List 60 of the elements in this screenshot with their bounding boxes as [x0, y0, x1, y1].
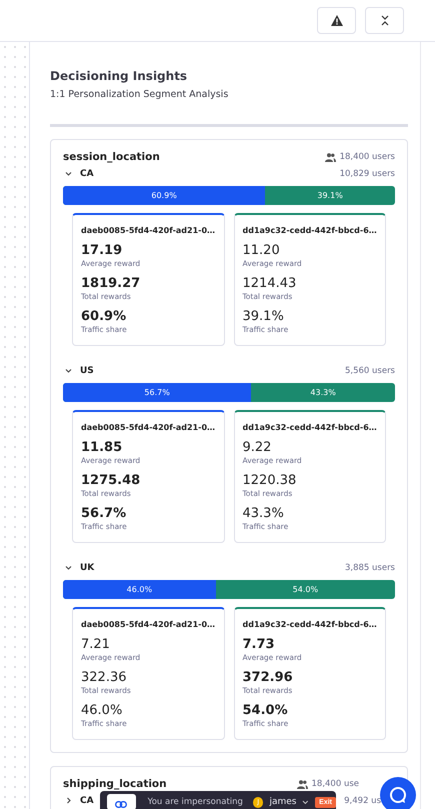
- user-count: 10,829 users: [340, 168, 395, 178]
- user-count: 18,400 users: [340, 152, 395, 162]
- panel-subtitle: 1:1 Personalization Segment Analysis: [50, 89, 230, 100]
- collapse-icon: [380, 15, 388, 26]
- metric-value: 11.85: [81, 440, 124, 455]
- chevron-down-icon[interactable]: [65, 564, 72, 571]
- segment-name: UK: [80, 562, 94, 572]
- caret-icon[interactable]: [302, 800, 310, 804]
- metric-value: 1220.38: [242, 473, 298, 488]
- share-label: 46.0%: [126, 585, 152, 594]
- metric-value: 322.36: [81, 670, 128, 685]
- chat-button[interactable]: [380, 777, 416, 809]
- link-icon: [115, 800, 128, 808]
- variant-id: daeb0085-5fd4-420f-ad21-0…: [81, 620, 216, 629]
- metric-value: 1214.43: [242, 276, 298, 291]
- metric-value: 46.0%: [81, 703, 124, 718]
- segment-name: CA: [80, 796, 94, 806]
- metric-value: 9.22: [242, 440, 272, 455]
- segment-name: US: [80, 366, 94, 376]
- user-count: 3,885 users: [344, 562, 395, 572]
- share-label: 60.9%: [151, 191, 177, 200]
- impersonation-text: You are impersonating: [148, 797, 243, 807]
- metric-value: 7.73: [242, 637, 276, 652]
- user-count: 9,492 us: [344, 796, 381, 806]
- metric-value: 43.3%: [242, 506, 285, 521]
- user-count: 18,400 use: [312, 779, 359, 789]
- user-count: 5,560 users: [344, 366, 395, 376]
- metric-value: 60.9%: [81, 309, 128, 324]
- dimension-name: session_location: [63, 151, 161, 163]
- variant-id: daeb0085-5fd4-420f-ad21-0…: [81, 423, 216, 432]
- variant-id: daeb0085-5fd4-420f-ad21-0…: [81, 226, 216, 235]
- metric-value: 54.0%: [242, 703, 289, 718]
- chevron-down-icon[interactable]: [65, 170, 72, 177]
- metric-value: 56.7%: [81, 506, 128, 521]
- share-label: 43.3%: [310, 388, 336, 397]
- segment-name: CA: [80, 168, 94, 178]
- chevron-right-icon[interactable]: [65, 797, 72, 804]
- users-icon: [324, 152, 336, 162]
- metric-value: 1275.48: [81, 473, 142, 488]
- chat-icon: [389, 786, 407, 804]
- variant-id: dd1a9c32-cedd-442f-bbcd-6…: [242, 423, 377, 432]
- link-button[interactable]: [107, 794, 136, 809]
- user-name[interactable]: james: [269, 797, 296, 807]
- users-icon: [296, 780, 308, 788]
- metric-value: 17.19: [81, 243, 124, 258]
- metric-value: 372.96: [242, 670, 294, 685]
- metric-value: 7.21: [81, 637, 111, 652]
- warning-icon: [330, 15, 342, 26]
- metric-value: 1819.27: [81, 276, 142, 291]
- metric-value: 39.1%: [242, 309, 285, 324]
- variant-id: dd1a9c32-cedd-442f-bbcd-6…: [242, 226, 377, 235]
- panel-title: Decisioning Insights: [50, 69, 188, 83]
- warning-button[interactable]: [317, 7, 356, 34]
- metric-value: 11.20: [242, 243, 281, 258]
- dimension-name: shipping_location: [63, 778, 168, 790]
- variant-id: dd1a9c32-cedd-442f-bbcd-6…: [242, 620, 377, 629]
- chevron-down-icon[interactable]: [65, 367, 72, 374]
- share-label: 54.0%: [292, 585, 318, 594]
- share-label: 39.1%: [317, 191, 343, 200]
- share-label: 56.7%: [144, 388, 170, 397]
